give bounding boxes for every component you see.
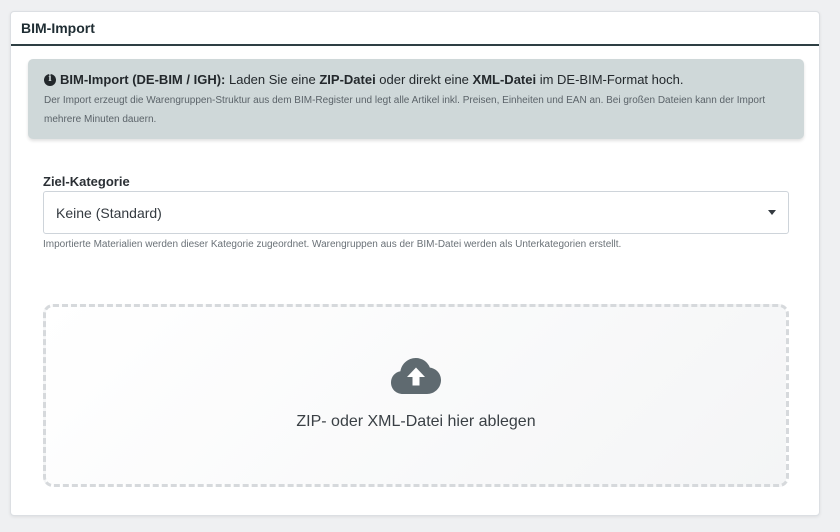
dropzone-text: ZIP- oder XML-Datei hier ablegen (296, 413, 536, 430)
card-title: BIM-Import (21, 20, 95, 36)
alert-strong-prefix: BIM-Import (DE-BIM / IGH): (60, 72, 226, 87)
alert-text-a: Laden Sie eine (225, 72, 320, 87)
alert-zip-label: ZIP-Datei (319, 72, 376, 87)
alert-headline: i BIM-Import (DE-BIM / IGH): Laden Sie e… (44, 71, 788, 88)
card-header: BIM-Import (11, 12, 819, 46)
info-circle-icon: i (44, 73, 56, 86)
target-category-group: Ziel-Kategorie Keine (Standard) Importie… (43, 173, 789, 252)
target-category-label: Ziel-Kategorie (43, 174, 130, 189)
bim-import-card: BIM-Import i BIM-Import (DE-BIM / IGH): … (10, 11, 820, 516)
alert-text-c: im DE-BIM-Format hoch. (536, 72, 684, 87)
target-category-select[interactable]: Keine (Standard) (43, 191, 789, 234)
alert-text-b: oder direkt eine (375, 72, 473, 87)
alert-description: Der Import erzeugt die Warengruppen-Stru… (44, 95, 766, 125)
cloud-upload-icon (391, 358, 441, 394)
alert-xml-label: XML-Datei (472, 72, 537, 87)
file-dropzone[interactable]: ZIP- oder XML-Datei hier ablegen (43, 304, 789, 487)
info-alert: i BIM-Import (DE-BIM / IGH): Laden Sie e… (28, 59, 804, 139)
target-category-help: Importierte Materialien werden dieser Ka… (43, 239, 622, 250)
chevron-down-icon (768, 210, 776, 215)
target-category-selected: Keine (Standard) (56, 204, 162, 221)
